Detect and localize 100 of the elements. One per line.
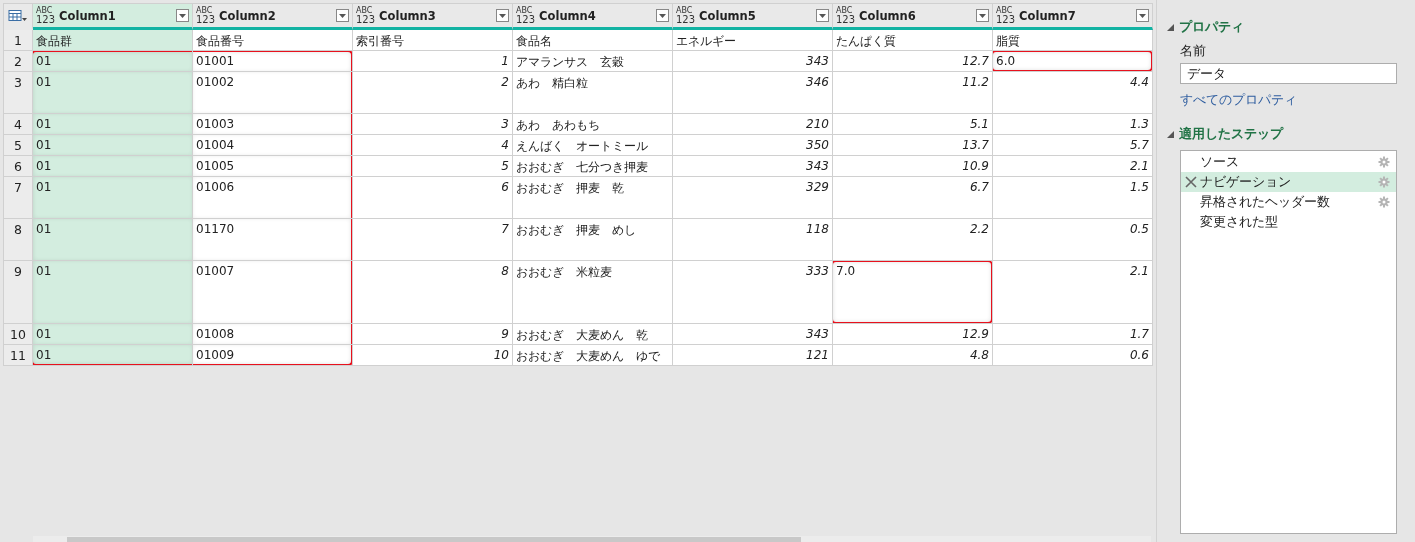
- table-cell: 7: [501, 222, 509, 236]
- section-header[interactable]: プロパティ: [1167, 18, 1398, 36]
- table-cell: 10.9: [962, 159, 989, 173]
- table-cell: 6.7: [969, 180, 989, 194]
- table-cell: 01003: [196, 117, 235, 131]
- table-cell: 12.9: [962, 327, 989, 341]
- table-cell: 食品名: [516, 33, 552, 50]
- field-label: 名前: [1180, 42, 1207, 60]
- table-cell: あわ 精白粒: [516, 75, 588, 92]
- step-item[interactable]: 変更された型: [1181, 212, 1396, 232]
- step-item[interactable]: ナビゲーション: [1181, 172, 1396, 192]
- table-cell: 6.0: [996, 54, 1016, 68]
- row-number: 4: [4, 114, 33, 135]
- filter-dropdown-button[interactable]: [336, 9, 349, 22]
- row-number: 1: [4, 30, 33, 51]
- filter-dropdown-button[interactable]: [976, 9, 989, 22]
- table-cell: 脂質: [996, 33, 1020, 50]
- table-cell: 2.1: [1129, 264, 1149, 278]
- table-cell: おおむぎ 米粒麦: [516, 264, 612, 281]
- table-cell: 210: [806, 117, 829, 131]
- table-cell: 01: [36, 222, 52, 236]
- filter-dropdown-button[interactable]: [176, 9, 189, 22]
- table-cell: 01: [36, 180, 52, 194]
- table-cell: 6: [501, 180, 509, 194]
- collapse-icon: [1167, 23, 1174, 31]
- caret-icon: [339, 13, 346, 18]
- horizontal-scrollbar[interactable]: [33, 536, 1151, 542]
- table-cell: 346: [806, 75, 829, 89]
- table-cell: 食品番号: [196, 33, 244, 50]
- table-cell: 4: [501, 138, 509, 152]
- step-item[interactable]: ソース: [1181, 152, 1396, 172]
- name-field[interactable]: データ: [1180, 63, 1397, 84]
- filter-dropdown-button[interactable]: [1136, 9, 1149, 22]
- type-icon[interactable]: ABC 123: [836, 6, 856, 25]
- table-cell: 01170: [196, 222, 235, 236]
- type-icon[interactable]: ABC 123: [196, 6, 216, 25]
- table-cell: 01: [36, 117, 52, 131]
- row-number: 9: [4, 261, 33, 324]
- table-cell: 343: [806, 327, 829, 341]
- table-cell: 1.3: [1129, 117, 1149, 131]
- table-cell: たんぱく質: [836, 33, 896, 50]
- caret-icon: [659, 13, 666, 18]
- delete-icon[interactable]: [1185, 176, 1197, 188]
- row-number: 8: [4, 219, 33, 261]
- table-cell: 0.6: [1129, 348, 1149, 362]
- table-cell: 1.7: [1129, 327, 1149, 341]
- step-item[interactable]: 昇格されたヘッダー数: [1181, 192, 1396, 212]
- table-cell: 01007: [196, 264, 235, 278]
- table-cell: アマランサス 玄穀: [516, 54, 624, 71]
- table-cell: 01009: [196, 348, 235, 362]
- table-cell: 01: [36, 54, 52, 68]
- table-cell: 01001: [196, 54, 235, 68]
- table-cell: 2.2: [969, 222, 989, 236]
- filter-dropdown-button[interactable]: [816, 9, 829, 22]
- table-menu-icon[interactable]: [8, 8, 28, 23]
- table-cell: 0.5: [1129, 222, 1149, 236]
- table-cell: 01: [36, 327, 52, 341]
- row-number: 10: [4, 324, 33, 345]
- table-cell: おおむぎ 七分つき押麦: [516, 159, 648, 176]
- table-cell: 01008: [196, 327, 235, 341]
- type-icon[interactable]: ABC 123: [356, 6, 376, 25]
- type-icon[interactable]: ABC 123: [676, 6, 696, 25]
- table-cell: 343: [806, 159, 829, 173]
- type-icon[interactable]: ABC 123: [996, 6, 1016, 25]
- table-cell: 01006: [196, 180, 235, 194]
- caret-icon: [819, 13, 826, 18]
- table-cell: エネルギー: [676, 33, 736, 50]
- table-cell: 01: [36, 348, 52, 362]
- table-cell: 350: [806, 138, 829, 152]
- table-cell: 2: [501, 75, 509, 89]
- table-cell: 12.7: [962, 54, 989, 68]
- row-number: 3: [4, 72, 33, 114]
- table-cell: 3: [501, 117, 509, 131]
- row-number: 5: [4, 135, 33, 156]
- table-cell: 333: [806, 264, 829, 278]
- all-properties-link[interactable]: すべてのプロパティ: [1180, 91, 1398, 109]
- caret-icon: [979, 13, 986, 18]
- type-icon[interactable]: ABC 123: [516, 6, 536, 25]
- table-cell: 01002: [196, 75, 235, 89]
- filter-dropdown-button[interactable]: [496, 9, 509, 22]
- table-cell: 01: [36, 159, 52, 173]
- table-cell: 10: [493, 348, 509, 362]
- table-cell: 01: [36, 75, 52, 89]
- table-cell: 8: [501, 264, 509, 278]
- table-cell: 118: [806, 222, 829, 236]
- filter-dropdown-button[interactable]: [656, 9, 669, 22]
- table-cell: 食品群: [36, 33, 72, 50]
- collapse-icon: [1167, 130, 1174, 138]
- table-cell: 9: [501, 327, 509, 341]
- table-cell: 01: [36, 138, 52, 152]
- row-number: 7: [4, 177, 33, 219]
- table-cell: えんばく オートミール: [516, 138, 648, 155]
- table-cell: おおむぎ 大麦めん 乾: [516, 327, 648, 344]
- table-cell: 01005: [196, 159, 235, 173]
- section-header[interactable]: 適用したステップ: [1167, 125, 1398, 143]
- table-cell: 7.0: [836, 264, 856, 278]
- table-cell: 121: [806, 348, 829, 362]
- type-icon[interactable]: ABC 123: [36, 6, 56, 25]
- table-cell: 索引番号: [356, 33, 404, 50]
- table-cell: 4.8: [969, 348, 989, 362]
